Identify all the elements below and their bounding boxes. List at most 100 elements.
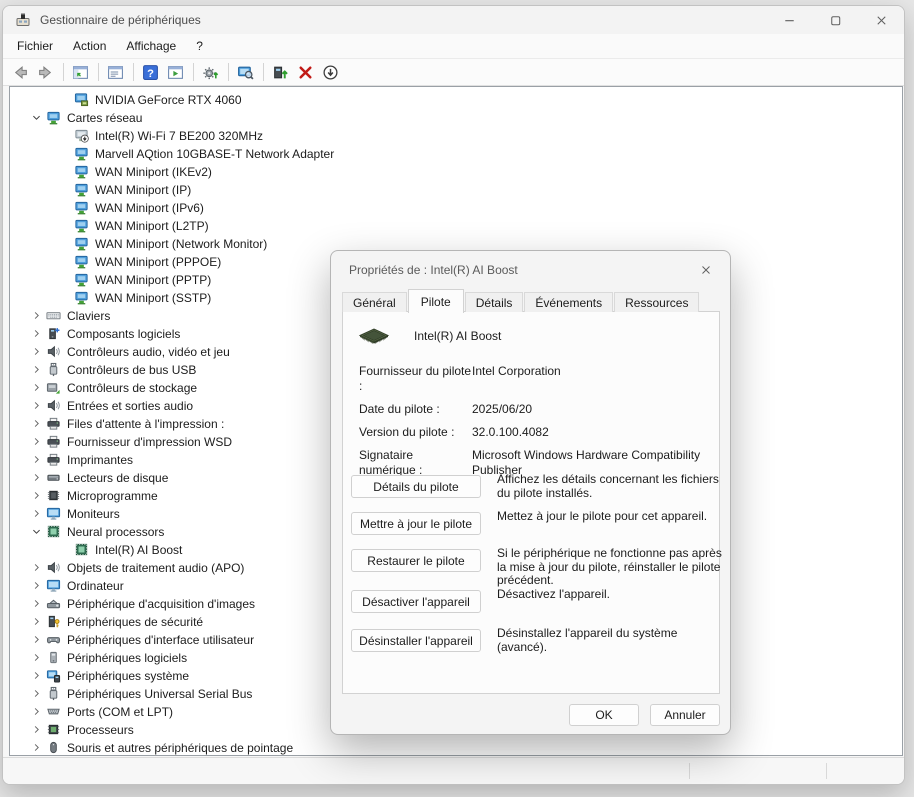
- chevron[interactable]: [28, 451, 44, 467]
- tree-item[interactable]: Cartes réseau: [10, 108, 902, 126]
- action-button[interactable]: Désactiver l'appareil: [351, 590, 481, 613]
- back-button[interactable]: [8, 61, 33, 84]
- usb-icon: [46, 362, 61, 377]
- chevron[interactable]: [56, 289, 72, 305]
- chevron[interactable]: [28, 487, 44, 503]
- export-list-button[interactable]: [163, 61, 188, 84]
- chevron[interactable]: [28, 739, 44, 755]
- tab-ressources[interactable]: Ressources: [614, 292, 699, 312]
- chevron[interactable]: [56, 127, 72, 143]
- chevron[interactable]: [28, 667, 44, 683]
- tree-item[interactable]: Marvell AQtion 10GBASE-T Network Adapter: [10, 144, 902, 162]
- ok-button[interactable]: OK: [569, 704, 639, 726]
- chevron[interactable]: [28, 307, 44, 323]
- console-tree-button[interactable]: [68, 61, 93, 84]
- nav-back-icon: [12, 64, 29, 81]
- export-list-icon: [167, 64, 184, 81]
- help-button[interactable]: [138, 61, 163, 84]
- tree-item[interactable]: WAN Miniport (L2TP): [10, 216, 902, 234]
- chevron[interactable]: [28, 613, 44, 629]
- chev-right-icon: [31, 400, 42, 411]
- toolbar-separator[interactable]: [128, 61, 138, 84]
- chevron[interactable]: [56, 253, 72, 269]
- tab-pilote[interactable]: Pilote: [408, 289, 464, 313]
- disk-icon: [46, 470, 61, 485]
- uninstall-device-button[interactable]: [293, 61, 318, 84]
- tab-general[interactable]: Général: [342, 292, 407, 312]
- status-separator: [689, 763, 690, 779]
- toolbar-separator[interactable]: [188, 61, 198, 84]
- chev-right-icon: [31, 580, 42, 591]
- tree-item[interactable]: WAN Miniport (IKEv2): [10, 162, 902, 180]
- chevron[interactable]: [28, 649, 44, 665]
- uninstall-icon: [297, 64, 314, 81]
- chevron[interactable]: [28, 595, 44, 611]
- tree-item-label: Moniteurs: [67, 506, 120, 521]
- tree-item[interactable]: Intel(R) Wi-Fi 7 BE200 320MHz: [10, 126, 902, 144]
- chevron[interactable]: [56, 181, 72, 197]
- chevron[interactable]: [28, 523, 44, 539]
- chevron[interactable]: [56, 271, 72, 287]
- menu-action[interactable]: Action: [63, 34, 116, 58]
- tab-evenements[interactable]: Événements: [524, 292, 613, 312]
- menu-aide[interactable]: ?: [186, 34, 213, 58]
- toolbar-separator[interactable]: [258, 61, 268, 84]
- menu-affichage[interactable]: Affichage: [116, 34, 186, 58]
- update-driver-button[interactable]: [268, 61, 293, 84]
- npu-icon: [74, 542, 89, 557]
- help-icon: [142, 64, 159, 81]
- chevron[interactable]: [28, 577, 44, 593]
- scan-hardware-button[interactable]: [198, 61, 223, 84]
- dialog-close-button[interactable]: [692, 257, 720, 283]
- tree-item[interactable]: Souris et autres périphériques de pointa…: [10, 738, 902, 756]
- chevron[interactable]: [28, 703, 44, 719]
- chev-right-icon: [31, 562, 42, 573]
- network-icon: [74, 218, 89, 233]
- chevron[interactable]: [28, 343, 44, 359]
- tree-item[interactable]: WAN Miniport (IP): [10, 180, 902, 198]
- action-button[interactable]: Désinstaller l'appareil: [351, 629, 481, 652]
- tree-item[interactable]: WAN Miniport (IPv6): [10, 198, 902, 216]
- chevron[interactable]: [28, 325, 44, 341]
- chevron[interactable]: [56, 217, 72, 233]
- action-button[interactable]: Mettre à jour le pilote: [351, 512, 481, 535]
- network-icon: [74, 200, 89, 215]
- toolbar-separator[interactable]: [223, 61, 233, 84]
- action-button[interactable]: Détails du pilote: [351, 475, 481, 498]
- chevron[interactable]: [56, 91, 72, 107]
- tab-details[interactable]: Détails: [465, 292, 524, 312]
- scan-computer-button[interactable]: [233, 61, 258, 84]
- menu-fichier[interactable]: Fichier: [7, 34, 63, 58]
- tree-item[interactable]: NVIDIA GeForce RTX 4060: [10, 90, 902, 108]
- chevron[interactable]: [28, 397, 44, 413]
- chevron[interactable]: [56, 541, 72, 557]
- chevron[interactable]: [28, 685, 44, 701]
- minimize-button[interactable]: [766, 6, 812, 34]
- properties-button[interactable]: [103, 61, 128, 84]
- disable-device-button[interactable]: [318, 61, 343, 84]
- chevron[interactable]: [28, 109, 44, 125]
- chevron[interactable]: [56, 163, 72, 179]
- chevron[interactable]: [28, 433, 44, 449]
- chevron[interactable]: [28, 469, 44, 485]
- chev-right-icon: [31, 436, 42, 447]
- maximize-button[interactable]: [812, 6, 858, 34]
- action-button[interactable]: Restaurer le pilote: [351, 549, 481, 572]
- chevron[interactable]: [28, 361, 44, 377]
- chevron[interactable]: [28, 631, 44, 647]
- chevron[interactable]: [56, 199, 72, 215]
- toolbar-separator[interactable]: [58, 61, 68, 84]
- scan-pc-icon: [237, 64, 254, 81]
- chevron[interactable]: [28, 721, 44, 737]
- forward-button[interactable]: [33, 61, 58, 84]
- chevron[interactable]: [28, 559, 44, 575]
- chevron[interactable]: [28, 415, 44, 431]
- cancel-button[interactable]: Annuler: [650, 704, 720, 726]
- chevron[interactable]: [56, 145, 72, 161]
- tree-item-label: Ports (COM et LPT): [67, 704, 173, 719]
- toolbar-separator[interactable]: [93, 61, 103, 84]
- close-button[interactable]: [858, 6, 904, 34]
- chevron[interactable]: [56, 235, 72, 251]
- chevron[interactable]: [28, 505, 44, 521]
- chevron[interactable]: [28, 379, 44, 395]
